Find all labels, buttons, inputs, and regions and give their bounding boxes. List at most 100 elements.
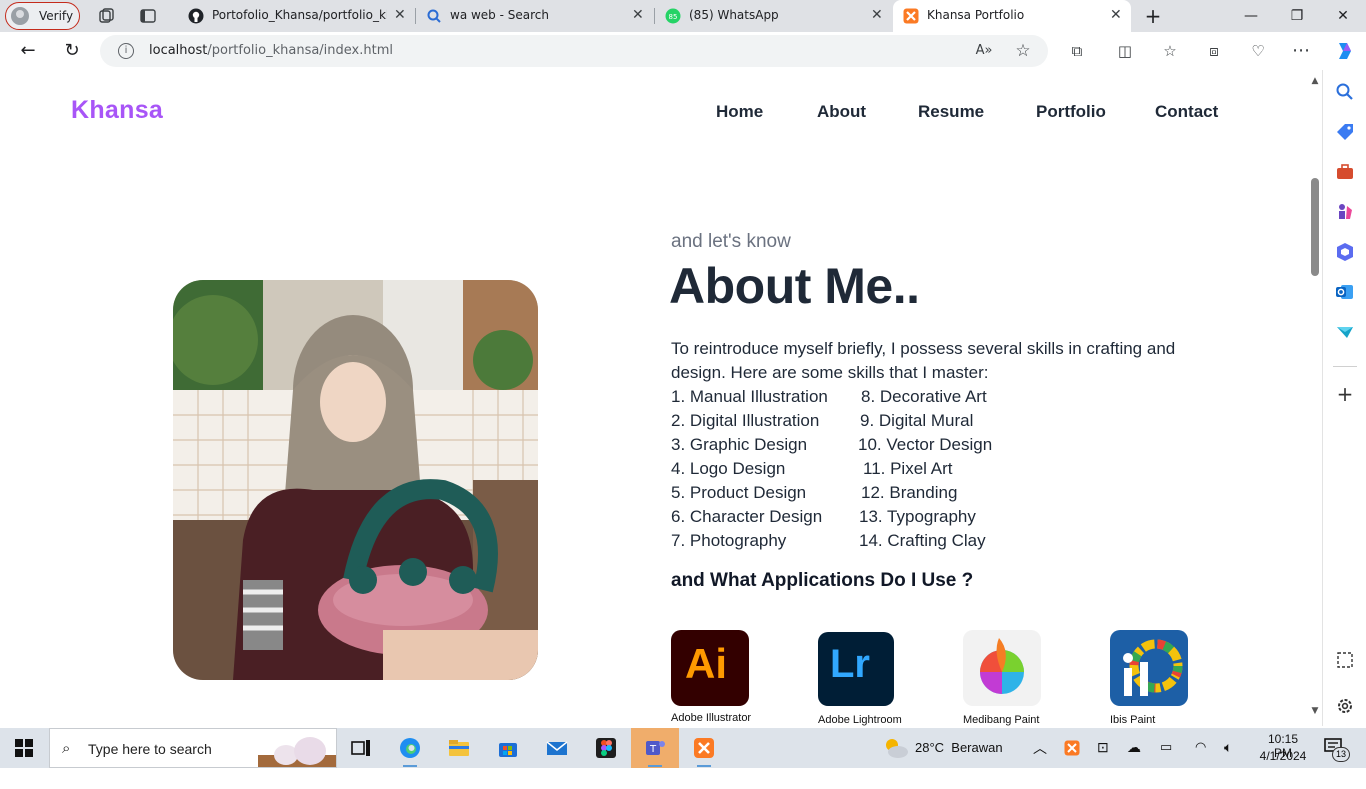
windows-start-icon[interactable] [15, 739, 33, 757]
favorites-icon[interactable]: ☆ [1160, 41, 1180, 61]
close-tab-icon[interactable]: ✕ [871, 7, 883, 23]
minimize-button[interactable]: — [1228, 0, 1274, 32]
about-kicker: and let's know [671, 231, 791, 252]
scroll-up-arrow[interactable]: ▲ [1310, 76, 1320, 86]
browser-essentials-icon[interactable]: ♡ [1248, 41, 1268, 61]
search-icon[interactable] [1335, 82, 1355, 102]
close-tab-icon[interactable]: ✕ [1110, 7, 1122, 23]
new-tab-button[interactable]: + [1131, 0, 1175, 32]
tab-title: wa web - Search [450, 8, 549, 22]
profile-label: Verify [39, 9, 74, 23]
edge-icon [400, 738, 420, 758]
app-medibang: Medibang Paint [963, 630, 1093, 726]
tab-whatsapp[interactable]: 85 (85) WhatsApp ✕ [655, 0, 893, 32]
taskbar-file-explorer[interactable] [435, 728, 483, 768]
tray-overflow-chevron-icon[interactable]: ︿ [1033, 738, 1047, 778]
whatsapp-icon: 85 [665, 8, 681, 24]
weather-text[interactable]: 28°C Berawan [915, 740, 1003, 780]
skill-item: 7. Photography [671, 531, 787, 550]
shopping-tag-icon[interactable] [1335, 122, 1355, 142]
nav-about[interactable]: About [817, 102, 866, 122]
taskbar-search-box[interactable]: ⌕ Type here to search [49, 728, 337, 768]
tools-briefcase-icon[interactable] [1335, 162, 1355, 182]
wifi-icon[interactable]: ◠ [1195, 739, 1206, 779]
scroll-down-arrow[interactable]: ▼ [1310, 706, 1320, 716]
copilot-icon[interactable] [1333, 40, 1355, 62]
workspaces-icon[interactable] [97, 7, 115, 25]
skill-item: 9. Digital Mural [860, 411, 974, 430]
mail-icon [546, 741, 568, 755]
tray-network-cloud-icon[interactable]: ☁ [1127, 739, 1141, 779]
close-window-button[interactable]: ✕ [1320, 0, 1366, 32]
favorite-star-icon[interactable]: ☆ [1013, 41, 1033, 61]
nav-home[interactable]: Home [716, 102, 763, 122]
weather-cloud-icon[interactable] [883, 736, 909, 760]
tab-title: Khansa Portfolio [927, 8, 1025, 22]
microsoft-365-icon[interactable] [1335, 242, 1355, 262]
restore-button[interactable]: ❐ [1274, 0, 1320, 32]
add-sidebar-app-icon[interactable]: + [1335, 384, 1355, 404]
github-icon [188, 8, 204, 24]
collections-icon[interactable]: ⧈ [1204, 41, 1224, 61]
url-text[interactable]: localhost/portfolio_khansa/index.html [149, 43, 393, 58]
skill-item: 12. Branding [861, 483, 958, 502]
scroll-thumb[interactable] [1311, 178, 1319, 276]
tab-strip: Verify Portofolio_Khansa/portfolio_khan … [0, 0, 1366, 32]
nav-contact[interactable]: Contact [1155, 102, 1218, 122]
site-brand[interactable]: Khansa [71, 96, 163, 125]
ibis-paint-icon [1110, 630, 1188, 706]
task-view-button[interactable] [337, 728, 385, 768]
svg-text:85: 85 [669, 13, 678, 21]
teams-icon: T [646, 741, 665, 755]
nav-resume[interactable]: Resume [918, 102, 984, 122]
notification-center-button[interactable]: 13 [1324, 738, 1350, 762]
drop-send-icon[interactable] [1335, 322, 1355, 342]
tray-teams-icon[interactable]: ⊡ [1097, 739, 1109, 779]
search-icon: ⌕ [62, 739, 71, 757]
tab-bing-search[interactable]: wa web - Search ✕ [416, 0, 654, 32]
tray-battery-icon[interactable]: ▭ [1160, 739, 1172, 779]
store-icon [499, 743, 517, 757]
xampp-tray-icon[interactable] [1064, 740, 1080, 756]
read-aloud-icon[interactable]: A» [974, 41, 994, 61]
tab-github[interactable]: Portofolio_Khansa/portfolio_khan ✕ [178, 0, 415, 32]
extensions-icon[interactable]: ⧉ [1067, 41, 1087, 61]
games-chess-icon[interactable] [1335, 202, 1355, 222]
skill-item: 13. Typography [859, 507, 976, 526]
address-bar[interactable]: i localhost/portfolio_khansa/index.html … [100, 35, 1048, 67]
skill-item: 10. Vector Design [858, 435, 993, 454]
taskbar-store[interactable] [484, 728, 532, 768]
settings-more-icon[interactable]: ⋯ [1291, 41, 1311, 61]
page-scrollbar[interactable]: ▲ ▼ [1308, 74, 1322, 720]
sidebar-settings-gear-icon[interactable] [1335, 696, 1355, 716]
folder-icon [449, 740, 469, 756]
taskbar-xampp[interactable] [680, 728, 728, 768]
browser-toolbar: ← ↻ i localhost/portfolio_khansa/index.h… [0, 32, 1366, 70]
close-tab-icon[interactable]: ✕ [632, 7, 644, 23]
taskbar-figma[interactable] [582, 728, 630, 768]
skill-item: 11. Pixel Art [863, 459, 953, 478]
taskbar-mail[interactable] [533, 728, 581, 768]
back-button[interactable]: ← [17, 40, 39, 62]
app-name: Adobe Lightroom [818, 714, 902, 726]
url-host: localhost [149, 43, 208, 58]
outlook-icon[interactable] [1335, 282, 1355, 302]
skill-item: 8. Decorative Art [861, 387, 987, 406]
close-tab-icon[interactable]: ✕ [394, 7, 406, 23]
taskbar-teams[interactable]: T [631, 728, 679, 768]
taskbar-edge[interactable] [386, 728, 434, 768]
volume-icon[interactable]: 🔈︎ [1224, 739, 1232, 779]
profile-button[interactable]: Verify [5, 2, 80, 30]
clock-date[interactable]: 4/1/2024 [1258, 749, 1308, 789]
screenshot-capture-icon[interactable] [1335, 650, 1355, 670]
nav-portfolio[interactable]: Portfolio [1036, 102, 1106, 122]
split-screen-icon[interactable]: ◫ [1115, 41, 1135, 61]
skill-item: 14. Crafting Clay [859, 531, 986, 550]
tab-actions-icon[interactable] [139, 7, 157, 25]
refresh-button[interactable]: ↻ [61, 40, 83, 62]
tab-khansa-portfolio[interactable]: Khansa Portfolio ✕ [893, 0, 1131, 32]
edge-sidebar: + [1322, 70, 1366, 726]
taskbar-search-placeholder: Type here to search [88, 741, 212, 757]
about-intro: To reintroduce myself briefly, I possess… [671, 339, 1176, 382]
site-info-icon[interactable]: i [118, 43, 134, 59]
